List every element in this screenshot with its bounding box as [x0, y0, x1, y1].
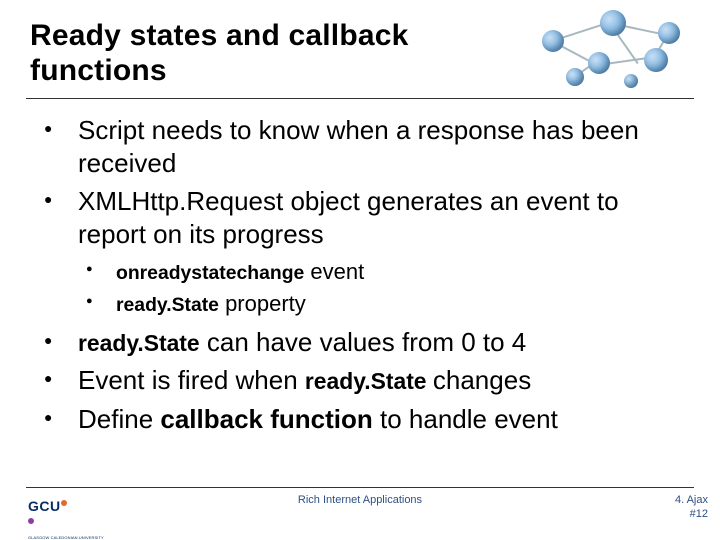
footer-page: 4. Ajax #12	[675, 494, 708, 522]
bullet-2-text-a: XMLHttp.	[78, 186, 186, 216]
b5-tail: to handle event	[373, 404, 558, 434]
footer-title: Rich Internet Applications	[0, 494, 720, 506]
sub2-code-b: State	[172, 294, 219, 316]
b3-tail: can have values from 0 to 4	[200, 327, 527, 357]
sub1-tail: event	[304, 259, 364, 284]
b3-code-b: State	[144, 330, 200, 356]
footer-chapter: 4. Ajax	[675, 494, 708, 508]
b5-bold: callback function	[160, 404, 372, 434]
bullet-1: Script needs to know when a response has…	[44, 114, 680, 179]
bullet-list: Script needs to know when a response has…	[44, 114, 680, 435]
divider-top	[26, 98, 694, 99]
logo-dot-icon	[28, 518, 34, 524]
bullet-4: Event is fired when ready.State changes	[44, 364, 680, 397]
sub-bullet-1: onreadystatechange event	[86, 256, 680, 288]
b3-code-a: ready.	[78, 330, 144, 356]
b4-tail: changes	[433, 365, 531, 395]
logo-subtext: GLASGOW CALEDONIAN UNIVERSITY	[28, 535, 70, 540]
sub-bullet-2: ready.State property	[86, 288, 680, 320]
content-area: Script needs to know when a response has…	[44, 114, 680, 441]
slide: Ready states and callback functions Scri…	[0, 0, 720, 540]
sub-list: onreadystatechange event ready.State pro…	[78, 256, 680, 320]
divider-bottom	[26, 487, 694, 488]
sub2-tail: property	[219, 291, 306, 316]
b4-pre: Event is fired when	[78, 365, 305, 395]
sub1-code: onreadystatechange	[116, 262, 304, 284]
b5-pre: Define	[78, 404, 160, 434]
bullet-2: XMLHttp.Request object generates an even…	[44, 185, 680, 320]
network-graphic	[530, 4, 690, 96]
bullet-5: Define callback function to handle event	[44, 403, 680, 436]
b4-code-b: State	[371, 368, 433, 394]
slide-title: Ready states and callback functions	[30, 18, 450, 89]
b4-code-a: ready.	[305, 368, 371, 394]
bullet-3: ready.State can have values from 0 to 4	[44, 326, 680, 359]
sub2-code-a: ready.	[116, 294, 172, 316]
bullet-1-text: Script needs to know when a response has…	[78, 115, 639, 178]
footer-slide-number: #12	[675, 508, 708, 522]
